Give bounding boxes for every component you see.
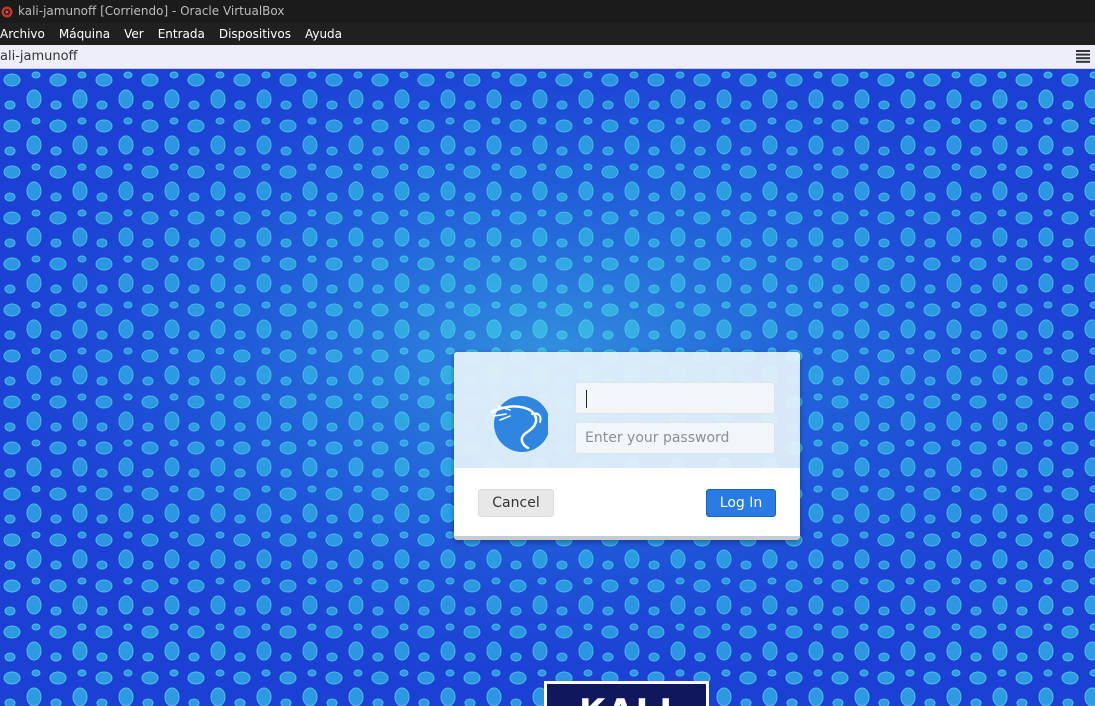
text-caret [586, 390, 587, 408]
vm-header-bar: ali-jamunoff [0, 45, 1095, 69]
menu-entrada[interactable]: Entrada [158, 23, 212, 45]
kali-logo: KALI [544, 681, 709, 706]
menu-bar: Archivo Máquina Ver Entrada Dispositivos… [0, 23, 1095, 45]
username-field[interactable] [575, 382, 775, 414]
cancel-button[interactable]: Cancel [478, 489, 554, 517]
virtualbox-window: kali-jamunoff [Corriendo] - Oracle Virtu… [0, 0, 1095, 706]
login-button[interactable]: Log In [706, 489, 776, 517]
kali-dragon-icon [490, 396, 548, 452]
menu-maquina[interactable]: Máquina [59, 23, 117, 45]
menu-dispositivos[interactable]: Dispositivos [219, 23, 298, 45]
vm-name: ali-jamunoff [0, 49, 78, 64]
virtualbox-icon [1, 6, 13, 17]
title-bar: kali-jamunoff [Corriendo] - Oracle Virtu… [0, 0, 1095, 23]
password-placeholder: Enter your password [585, 430, 730, 446]
menu-archivo[interactable]: Archivo [0, 23, 52, 45]
menu-ayuda[interactable]: Ayuda [305, 23, 349, 45]
hamburger-icon[interactable] [1076, 50, 1090, 63]
password-field[interactable]: Enter your password [575, 422, 775, 454]
menu-ver[interactable]: Ver [124, 23, 151, 45]
kali-logo-text: KALI [547, 692, 706, 706]
login-dialog: Enter your password Cancel Log In [454, 352, 800, 540]
window-title: kali-jamunoff [Corriendo] - Oracle Virtu… [18, 4, 285, 18]
login-dialog-divider [454, 536, 800, 540]
desktop-background: Enter your password Cancel Log In KALI [0, 69, 1095, 706]
